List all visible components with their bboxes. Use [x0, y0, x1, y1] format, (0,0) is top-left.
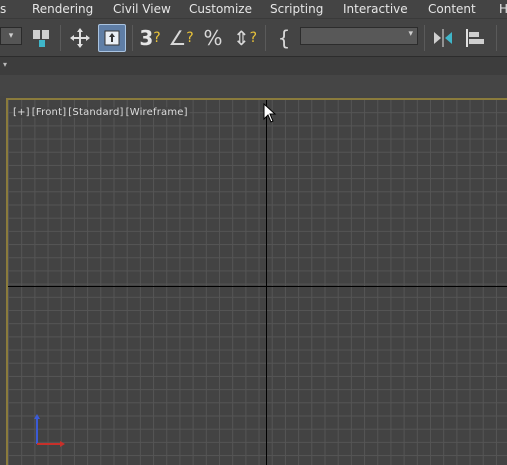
percent-snap-icon: % — [203, 26, 223, 50]
select-icon — [104, 30, 120, 46]
mouse-cursor-icon — [263, 103, 277, 123]
viewport-label: [+] [Front] [Standard] [Wireframe] — [13, 107, 190, 118]
spinner-snap-toggle-button[interactable]: ⇕? — [232, 24, 258, 52]
menu-item-interactive[interactable]: Interactive — [343, 1, 408, 17]
move-icon — [70, 28, 90, 48]
mirror-icon — [434, 29, 452, 47]
snap-3d-icon: 3 — [139, 26, 154, 50]
align-button[interactable] — [462, 24, 488, 52]
front-viewport[interactable]: [+] [Front] [Standard] [Wireframe] — [6, 98, 507, 465]
link-icon — [33, 30, 49, 47]
selection-filter-dropdown[interactable]: ▾ — [0, 27, 22, 45]
angle-snap-toggle-button[interactable]: ∠? — [168, 24, 194, 52]
menu-bar: s Rendering Civil View Customize Scripti… — [0, 0, 507, 18]
angle-snap-icon: ∠ — [168, 26, 187, 50]
percent-snap-toggle-button[interactable]: % — [200, 24, 226, 52]
toolbar-separator — [132, 25, 133, 51]
menu-item-rendering[interactable]: Rendering — [32, 1, 93, 17]
grid-axis-horizontal — [8, 286, 507, 287]
toolbar-separator — [496, 25, 497, 51]
viewport-shading-menu[interactable]: [Wireframe] — [126, 107, 188, 118]
viewport-area-top — [0, 75, 507, 96]
menu-item-help-truncated[interactable]: H — [499, 1, 507, 17]
viewport-point-of-view-menu[interactable]: [Front] — [32, 107, 67, 118]
select-and-move-button[interactable] — [68, 24, 92, 52]
edit-named-selection-button[interactable]: { — [272, 24, 296, 52]
question-icon: ? — [186, 30, 194, 46]
named-selection-icon: { — [277, 26, 291, 50]
select-and-link-button[interactable] — [30, 24, 54, 52]
chevron-down-icon[interactable]: ▾ — [3, 60, 7, 69]
spinner-snap-icon: ⇕ — [232, 26, 250, 50]
question-icon: ? — [249, 30, 258, 46]
axis-tripod-icon — [34, 414, 65, 447]
ribbon-bar[interactable]: ▾ — [0, 56, 507, 76]
menu-item-civil-view[interactable]: Civil View — [113, 1, 171, 17]
menu-item-scripting[interactable]: Scripting — [270, 1, 323, 17]
toolbar-separator — [424, 25, 425, 51]
named-selection-set-dropdown[interactable]: ▾ — [300, 27, 418, 45]
chevron-down-icon: ▾ — [8, 31, 14, 41]
grid-axis-vertical — [266, 100, 267, 465]
toolbar-separator — [265, 25, 266, 51]
viewport-standard-menu[interactable]: [Standard] — [68, 107, 123, 118]
select-object-button[interactable] — [98, 24, 126, 52]
chevron-down-icon: ▾ — [408, 29, 413, 39]
main-toolbar: ▾ 3? ∠? % ⇕? { ▾ — [0, 18, 507, 57]
toolbar-separator — [60, 25, 61, 51]
menu-item-truncated-left[interactable]: s — [0, 1, 6, 17]
align-icon — [466, 29, 484, 47]
snaps-toggle-button[interactable]: 3? — [137, 24, 163, 52]
menu-item-customize[interactable]: Customize — [189, 1, 252, 17]
question-icon: ? — [153, 30, 161, 46]
viewport-general-menu[interactable]: [+] — [13, 107, 30, 118]
mirror-button[interactable] — [430, 24, 456, 52]
menu-item-content[interactable]: Content — [428, 1, 476, 17]
